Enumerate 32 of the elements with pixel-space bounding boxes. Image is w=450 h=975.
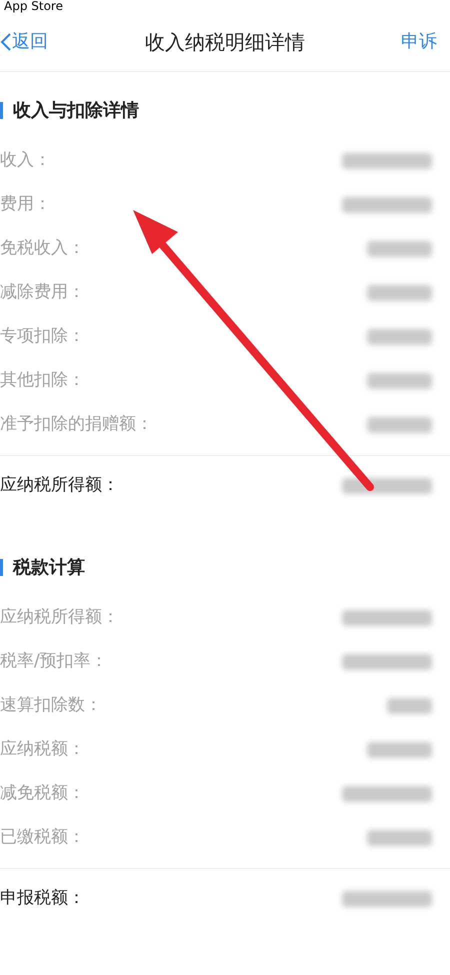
total-label: 申报税额： <box>0 886 85 910</box>
field-label: 免税收入： <box>0 237 85 260</box>
field-label: 应纳税额： <box>0 738 85 762</box>
blurred-value <box>367 742 432 758</box>
field-label: 收入： <box>0 149 51 172</box>
section-title: 收入与扣除详情 <box>13 98 139 122</box>
field-label: 费用： <box>0 193 51 216</box>
blurred-value <box>367 241 432 257</box>
back-button[interactable]: 返回 <box>0 28 48 55</box>
status-text[interactable]: App Store <box>4 0 63 12</box>
section-marker <box>0 102 3 118</box>
page-title: 收入纳税明细详情 <box>145 28 305 56</box>
field-label: 专项扣除： <box>0 325 85 348</box>
section-marker <box>0 558 3 576</box>
field-label: 速算扣除数： <box>0 694 102 718</box>
blurred-value <box>367 830 432 846</box>
field-label: 已缴税额： <box>0 826 85 850</box>
back-icon <box>0 32 12 52</box>
blurred-value <box>367 373 432 389</box>
field-label: 税率/预扣率： <box>0 650 108 674</box>
blurred-value <box>367 329 432 345</box>
field-label: 减免税额： <box>0 782 85 806</box>
total-label: 应纳税所得额： <box>0 474 119 497</box>
field-label: 准予扣除的捐赠额： <box>0 413 153 436</box>
field-label: 其他扣除： <box>0 369 85 392</box>
blurred-value <box>367 285 432 301</box>
field-label: 应纳税所得额： <box>0 606 119 630</box>
blurred-value <box>367 417 432 433</box>
appeal-button[interactable]: 申诉 <box>401 28 450 55</box>
field-label: 减除费用： <box>0 281 85 304</box>
blurred-value <box>387 698 432 714</box>
section-title: 税款计算 <box>13 556 85 580</box>
